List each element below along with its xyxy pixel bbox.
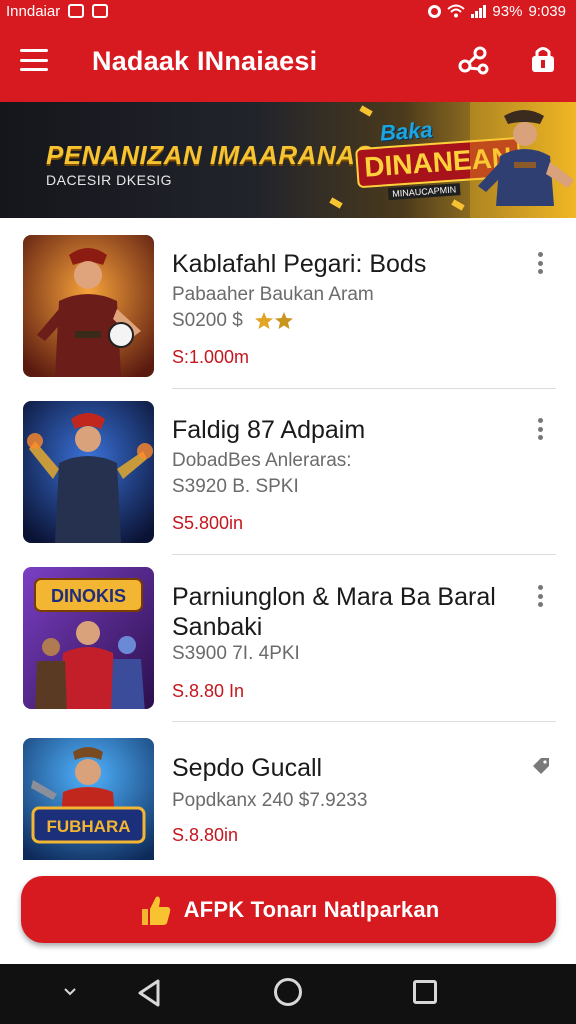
spark-decoration [329, 197, 343, 209]
divider [172, 554, 556, 555]
item-meta-text: S0200 $ [172, 310, 243, 331]
item-price: S.8.80in [172, 825, 239, 845]
menu-icon[interactable] [18, 46, 50, 74]
more-vert-icon[interactable] [532, 416, 548, 442]
divider [172, 388, 556, 389]
thumbnail-label: DINOKIS [51, 586, 126, 606]
item-title: Sepdo Gucall [172, 754, 323, 782]
item-thumbnail[interactable] [23, 235, 154, 377]
notification-icon [68, 4, 85, 18]
chevron-down-icon[interactable] [62, 984, 78, 1000]
hero-artwork: DINOKIS [23, 567, 154, 709]
item-meta: S3920 B. SPKI [172, 476, 299, 497]
back-icon[interactable] [136, 978, 164, 1008]
banner-badge-top: Baka [379, 116, 434, 146]
battery-label: 93% [492, 2, 523, 20]
banner-subtitle: DACESIR DKESIG [46, 172, 173, 188]
item-title: Parniunglon & Mara Ba Baral Sanbaki [172, 583, 496, 641]
shield-icon [92, 4, 109, 18]
tag-icon[interactable] [531, 756, 551, 776]
banner-title: PENANIZAN IMAARANAS [46, 140, 374, 170]
item-price: S.8.80 In [172, 681, 245, 701]
rating-stars-icon [255, 311, 294, 329]
share-icon[interactable] [456, 46, 490, 76]
banner-badge: Baka DINANEAN MINAUCAPMIN [353, 114, 522, 206]
recents-icon[interactable] [413, 980, 437, 1004]
item-title: Faldig 87 Adpaim [172, 416, 366, 444]
app-screen: Inndaiar 93% 9:039 Nadaak INnaiaesi PENA… [0, 0, 576, 1024]
app-title: Nadaak INnaiaesi [92, 46, 318, 76]
more-vert-icon[interactable] [532, 583, 548, 609]
banner-hero-illustration [470, 102, 576, 218]
hero-artwork [23, 401, 154, 543]
banner-badge-sub: MINAUCAPMIN [387, 183, 461, 201]
home-icon[interactable] [274, 978, 302, 1006]
spark-decoration [359, 105, 373, 117]
download-cta-button[interactable]: AFPK Tonarı Natlparkan [21, 876, 556, 943]
item-meta: Popdkanx 240 $7.9233 [172, 790, 368, 811]
wifi-icon [447, 4, 466, 18]
status-left: Inndaiar [6, 2, 109, 20]
item-title: Kablafahl Pegari: Bods [172, 250, 427, 278]
divider [172, 721, 556, 722]
spark-decoration [451, 199, 465, 211]
system-nav-bar [0, 964, 576, 1024]
carrier-label: Inndaiar [6, 2, 61, 20]
alarm-icon [428, 4, 442, 18]
status-right: 93% 9:039 [428, 3, 566, 20]
item-subtitle: Pabaaher Baukan Aram [172, 284, 374, 305]
lock-icon[interactable] [527, 44, 559, 78]
hero-artwork: FUBHARA [23, 738, 154, 860]
item-thumbnail[interactable]: FUBHARA [23, 738, 154, 860]
cta-label: AFPK Tonarı Natlparkan [183, 896, 440, 922]
app-bar: Nadaak INnaiaesi [0, 22, 576, 123]
item-meta: S3900 7I. 4PKI [172, 643, 300, 664]
time-label: 9:039 [528, 2, 566, 20]
status-bar: Inndaiar 93% 9:039 [0, 0, 576, 22]
item-subtitle: DobadBes Anleraras: [172, 450, 352, 471]
item-price: S5.800in [172, 513, 244, 533]
hero-artwork [23, 235, 154, 377]
item-price: S:1.000m [172, 347, 250, 367]
more-vert-icon[interactable] [532, 250, 548, 276]
signal-icon [471, 4, 487, 18]
item-thumbnail[interactable]: DINOKIS [23, 567, 154, 709]
thumbs-up-icon [141, 896, 170, 925]
promo-banner[interactable]: PENANIZAN IMAARANAS DACESIR DKESIG Baka … [0, 102, 576, 218]
item-meta: S0200 $ [172, 310, 296, 332]
thumbnail-label: FUBHARA [46, 817, 130, 836]
item-thumbnail[interactable] [23, 401, 154, 543]
